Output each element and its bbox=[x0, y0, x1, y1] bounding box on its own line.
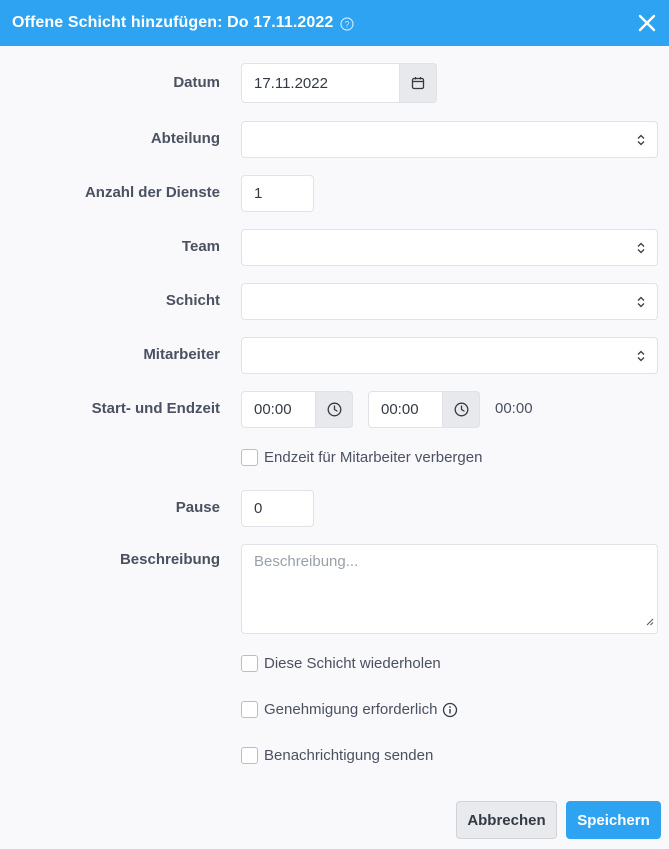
end-time-input[interactable]: 00:00 bbox=[368, 391, 480, 428]
pause-value: 0 bbox=[254, 500, 263, 517]
approval-label: Genehmigung erforderlich bbox=[264, 701, 438, 718]
question-circle-icon[interactable]: ? bbox=[340, 16, 355, 31]
approval-row[interactable]: Genehmigung erforderlich bbox=[241, 701, 458, 718]
cancel-button[interactable]: Abbrechen bbox=[456, 801, 557, 839]
description-placeholder: Beschreibung... bbox=[254, 553, 359, 570]
service-count-label: Anzahl der Dienste bbox=[84, 184, 220, 201]
dialog-header: Offene Schicht hinzufügen: Do 17.11.2022… bbox=[0, 0, 669, 46]
svg-text:?: ? bbox=[345, 19, 350, 29]
department-select[interactable] bbox=[241, 121, 658, 158]
approval-checkbox[interactable] bbox=[241, 701, 258, 718]
end-time-value: 00:00 bbox=[381, 401, 419, 418]
description-textarea[interactable]: Beschreibung... bbox=[241, 544, 658, 634]
select-arrows-icon bbox=[637, 134, 645, 146]
close-icon[interactable] bbox=[635, 11, 659, 35]
start-time-input[interactable]: 00:00 bbox=[241, 391, 353, 428]
resize-handle-icon[interactable] bbox=[645, 613, 654, 630]
time-label: Start- und Endzeit bbox=[91, 400, 220, 417]
team-select[interactable] bbox=[241, 229, 658, 266]
team-label: Team bbox=[181, 238, 220, 255]
calendar-icon[interactable] bbox=[399, 63, 437, 103]
date-value: 17.11.2022 bbox=[254, 74, 328, 92]
clock-icon[interactable] bbox=[442, 391, 480, 428]
employee-select[interactable] bbox=[241, 337, 658, 374]
duration-text: 00:00 bbox=[495, 400, 533, 417]
dialog-body bbox=[0, 46, 669, 849]
repeat-label: Diese Schicht wiederholen bbox=[264, 655, 441, 672]
notify-label: Benachrichtigung senden bbox=[264, 747, 434, 764]
dialog-title: Offene Schicht hinzufügen: Do 17.11.2022 bbox=[12, 14, 334, 31]
save-button[interactable]: Speichern bbox=[566, 801, 661, 839]
shift-select[interactable] bbox=[241, 283, 658, 320]
date-input[interactable]: 17.11.2022 bbox=[241, 63, 437, 103]
pause-label: Pause bbox=[175, 499, 220, 516]
notify-checkbox[interactable] bbox=[241, 747, 258, 764]
info-icon[interactable] bbox=[442, 702, 458, 718]
hide-endtime-checkbox[interactable] bbox=[241, 449, 258, 466]
service-count-input[interactable]: 1 bbox=[241, 175, 314, 212]
description-label: Beschreibung bbox=[119, 551, 220, 568]
select-arrows-icon bbox=[637, 350, 645, 362]
service-count-value: 1 bbox=[254, 185, 263, 202]
repeat-checkbox[interactable] bbox=[241, 655, 258, 672]
select-arrows-icon bbox=[637, 242, 645, 254]
repeat-row[interactable]: Diese Schicht wiederholen bbox=[241, 655, 441, 672]
department-label: Abteilung bbox=[150, 130, 220, 147]
pause-input[interactable]: 0 bbox=[241, 490, 314, 527]
notify-row[interactable]: Benachrichtigung senden bbox=[241, 747, 433, 764]
hide-endtime-row[interactable]: Endzeit für Mitarbeiter verbergen bbox=[241, 449, 482, 466]
select-arrows-icon bbox=[637, 296, 645, 308]
start-time-value: 00:00 bbox=[254, 401, 292, 418]
date-label: Datum bbox=[173, 74, 220, 91]
shift-label: Schicht bbox=[165, 292, 220, 309]
employee-label: Mitarbeiter bbox=[143, 346, 220, 363]
clock-icon[interactable] bbox=[315, 391, 353, 428]
hide-endtime-label: Endzeit für Mitarbeiter verbergen bbox=[264, 449, 483, 466]
